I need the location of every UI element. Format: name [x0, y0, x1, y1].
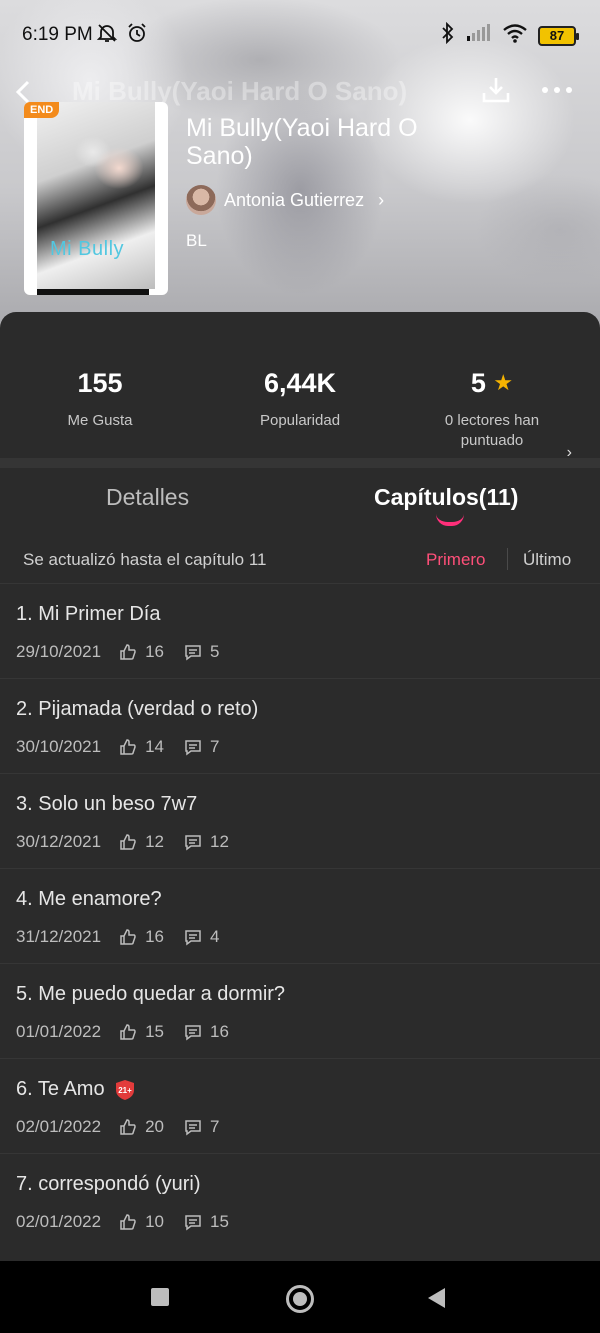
chapter-date: 02/01/2022: [16, 1117, 102, 1136]
signal-icon: [466, 24, 492, 47]
age-badge-text: 21+: [118, 1086, 132, 1095]
comment-icon: [185, 1215, 201, 1231]
thumbs-up-icon: [120, 644, 136, 660]
bluetooth-icon: [440, 21, 456, 49]
stat-likes: 155 Me Gusta: [0, 368, 200, 431]
system-back-button[interactable]: [428, 1288, 445, 1308]
sort-first-button[interactable]: Primero: [426, 550, 486, 570]
stat-rating[interactable]: 5 ★ 0 lectores han puntuado ›: [392, 368, 592, 461]
chapter-date: 29/10/2021: [16, 642, 102, 661]
status-bar: 6:19 PM 87: [0, 0, 600, 70]
comment-icon: [185, 740, 201, 756]
chapter-item[interactable]: 4. Me enamore? 31/12/2021 16 4: [0, 868, 600, 963]
thumbs-up-icon: [120, 929, 136, 945]
system-nav-bar: [0, 1261, 600, 1333]
tab-bar: Detalles Capítulos(11): [0, 474, 600, 534]
chapter-comments: 15: [210, 1212, 229, 1231]
end-badge: END: [24, 102, 60, 118]
thumbs-up-icon: [120, 1214, 136, 1230]
chapter-title: 4. Me enamore?: [16, 888, 162, 910]
comment-icon: [185, 835, 201, 851]
rating-label: 0 lectores han puntuado: [444, 412, 540, 449]
chapter-title: 7. correspondó (yuri): [16, 1173, 201, 1195]
chapter-likes: 12: [145, 832, 165, 851]
sort-divider: [507, 548, 508, 570]
chapter-likes: 16: [145, 927, 165, 946]
alarm-icon: [126, 22, 148, 49]
chapter-title: 2. Pijamada (verdad o reto): [16, 698, 259, 720]
more-options-button[interactable]: [540, 80, 574, 100]
chapter-comments: 7: [210, 737, 220, 756]
sort-last-button[interactable]: Último: [523, 550, 571, 570]
chapter-date: 01/01/2022: [16, 1022, 102, 1041]
likes-label: Me Gusta: [67, 412, 133, 429]
chapter-likes: 10: [145, 1212, 165, 1231]
chapter-comments: 12: [210, 832, 229, 851]
battery-indicator: 87: [538, 25, 579, 46]
thumbs-up-icon: [120, 739, 136, 755]
age-restriction-icon: 21+: [115, 1079, 134, 1100]
muted-bell-icon: [96, 22, 118, 49]
popularity-count: 6,44K: [263, 368, 337, 398]
update-status: Se actualizó hasta el capítulo 11: [23, 550, 267, 569]
author-name: Antonia Gutierrez: [224, 189, 365, 210]
star-icon: ★: [493, 370, 514, 395]
book-cover[interactable]: Mi Bully END: [24, 102, 168, 295]
author-avatar: [186, 185, 216, 215]
likes-count: 155: [77, 368, 123, 398]
chapter-likes: 15: [145, 1022, 165, 1041]
chapter-date: 02/01/2022: [16, 1212, 102, 1231]
status-time: 6:19 PM: [22, 24, 93, 45]
recent-apps-button[interactable]: [151, 1288, 169, 1306]
thumbs-up-icon: [120, 834, 136, 850]
thumbs-up-icon: [120, 1024, 136, 1040]
stat-popularity: 6,44K Popularidad: [200, 368, 400, 431]
thumbs-up-icon: [120, 1119, 136, 1135]
chapter-date: 30/10/2021: [16, 737, 102, 756]
more-dots-icon: [542, 87, 572, 93]
chapter-comments: 7: [210, 1117, 220, 1136]
book-title: Mi Bully(Yaoi Hard O Sano): [186, 114, 418, 170]
genre-tag[interactable]: BL: [186, 231, 207, 251]
cover-title-text: Mi Bully: [50, 238, 125, 260]
stats-row: 155 Me Gusta 6,44K Popularidad 5 ★ 0 lec…: [0, 348, 600, 461]
chapter-date: 31/12/2021: [16, 927, 102, 946]
wifi-icon: [502, 23, 528, 48]
chapter-date: 30/12/2021: [16, 832, 102, 851]
comment-icon: [185, 1120, 201, 1136]
chapter-comments: 4: [210, 927, 220, 946]
chapter-list: 1. Mi Primer Día 29/10/2021 16 5 2. Pija…: [0, 583, 600, 1248]
author-link[interactable]: Antonia Gutierrez ›: [186, 185, 384, 215]
tab-details[interactable]: Detalles: [106, 484, 189, 511]
chapter-item[interactable]: 7. correspondó (yuri) 02/01/2022 10 15: [0, 1153, 600, 1248]
chapter-likes: 20: [145, 1117, 165, 1136]
update-row: Se actualizó hasta el capítulo 11 Primer…: [0, 536, 600, 582]
chapter-title: 5. Me puedo quedar a dormir?: [16, 983, 286, 1005]
chevron-right-icon: ›: [378, 189, 385, 210]
comment-icon: [185, 930, 201, 946]
home-button[interactable]: [286, 1285, 314, 1313]
chapter-item[interactable]: 2. Pijamada (verdad o reto) 30/10/2021 1…: [0, 678, 600, 773]
chapter-likes: 16: [145, 642, 165, 661]
chapter-likes: 14: [145, 737, 165, 756]
chapter-item[interactable]: 6. Te Amo 21+ 02/01/2022 20 7: [0, 1058, 600, 1153]
chapter-comments: 5: [210, 642, 220, 661]
chapter-item[interactable]: 5. Me puedo quedar a dormir? 01/01/2022 …: [0, 963, 600, 1058]
download-button[interactable]: [481, 75, 511, 105]
rating-value: 5: [470, 368, 486, 398]
tab-chapters[interactable]: Capítulos(11): [374, 484, 518, 511]
comment-icon: [185, 1025, 201, 1041]
comment-icon: [185, 645, 201, 661]
chapter-item[interactable]: 1. Mi Primer Día 29/10/2021 16 5: [0, 583, 600, 678]
chapter-title: 6. Te Amo: [16, 1078, 105, 1100]
chapter-title: 3. Solo un beso 7w7: [16, 793, 198, 815]
chapter-comments: 16: [210, 1022, 229, 1041]
chapter-item[interactable]: 3. Solo un beso 7w7 30/12/2021 12 12: [0, 773, 600, 868]
popularity-label: Popularidad: [259, 412, 341, 429]
chapter-title: 1. Mi Primer Día: [16, 603, 161, 625]
section-divider: [0, 458, 600, 468]
download-icon: [482, 78, 510, 103]
